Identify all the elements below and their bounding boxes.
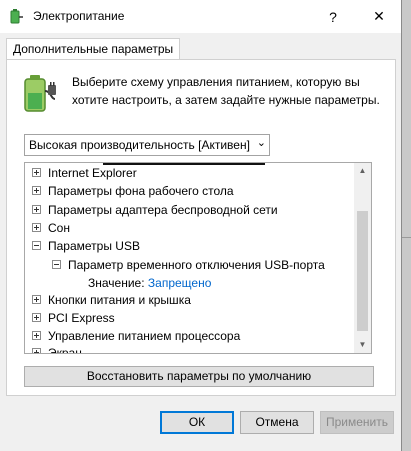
help-icon: ?	[329, 8, 337, 25]
setting-value-label: Значение:	[88, 276, 145, 290]
battery-plug-icon	[24, 75, 56, 112]
collapse-icon[interactable]	[32, 241, 41, 250]
close-icon: ✕	[373, 8, 385, 24]
expand-icon[interactable]	[32, 168, 41, 177]
expand-icon[interactable]	[32, 348, 41, 353]
instructions-text: Выберите схему управления питанием, кото…	[72, 75, 380, 107]
tree-item-setting-value[interactable]: Значение: Запрещено	[88, 274, 211, 292]
title-bar: Электропитание ? ✕	[0, 0, 401, 33]
scrollbar-thumb[interactable]	[357, 211, 368, 331]
expand-icon[interactable]	[32, 313, 41, 322]
expand-icon[interactable]	[32, 223, 41, 232]
background-window	[402, 0, 411, 451]
scroll-down-icon[interactable]: ▼	[354, 337, 371, 353]
cancel-button[interactable]: Отмена	[240, 411, 314, 434]
ok-button[interactable]: ОК	[160, 411, 234, 434]
chevron-down-icon: ⌄	[256, 137, 266, 149]
settings-tree[interactable]: Internet Explorer Параметры фона рабочег…	[24, 162, 372, 354]
restore-defaults-button[interactable]: Восстановить параметры по умолчанию	[24, 366, 374, 387]
apply-button[interactable]: Применить	[320, 411, 394, 434]
help-button[interactable]: ?	[311, 0, 355, 33]
tab-advanced-settings[interactable]: Дополнительные параметры	[6, 38, 181, 61]
power-plan-select[interactable]: Высокая производительность [Активен] ⌄	[24, 134, 270, 156]
power-options-dialog: Электропитание ? ✕ Дополнительные параме…	[0, 0, 402, 451]
tree-scrollbar[interactable]: ▲ ▼	[354, 163, 371, 353]
expand-icon[interactable]	[32, 295, 41, 304]
expand-icon[interactable]	[32, 186, 41, 195]
tab-strip: Дополнительные параметры	[0, 33, 401, 61]
scroll-up-icon[interactable]: ▲	[354, 163, 371, 179]
power-options-icon	[10, 9, 23, 24]
collapse-icon[interactable]	[52, 260, 61, 269]
close-button[interactable]: ✕	[357, 0, 401, 33]
setting-value-link[interactable]: Запрещено	[148, 276, 211, 290]
window-title: Электропитание	[33, 9, 125, 23]
power-plan-selected: Высокая производительность [Активен]	[29, 138, 250, 152]
expand-icon[interactable]	[32, 331, 41, 340]
expand-icon[interactable]	[32, 205, 41, 214]
